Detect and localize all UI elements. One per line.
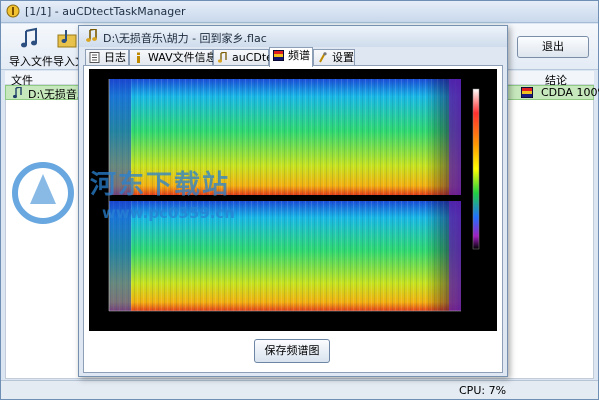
music-folder-icon [57, 30, 77, 48]
tab-wav-info[interactable]: WAV文件信息 [129, 49, 217, 66]
main-titlebar: [1/1] - auCDtectTaskManager [1, 1, 598, 23]
import-folder-button[interactable]: 导入文 [53, 26, 79, 68]
tab-aucdtect[interactable]: auCDtect [213, 49, 283, 66]
spectrum-icon [273, 50, 284, 61]
import-folder-label: 导入文 [53, 55, 79, 68]
spectrum-window-titlebar: D:\无损音乐\胡力 - 回到家乡.flac [79, 26, 507, 47]
exit-button[interactable]: 退出 [517, 36, 589, 58]
import-file-button[interactable]: 导入文件 [9, 26, 53, 68]
tab-settings-label: 设置 [332, 51, 354, 64]
aucdtect-icon [218, 52, 227, 63]
info-icon [137, 52, 140, 63]
tab-log-label: 日志 [104, 51, 126, 64]
window-title: [1/1] - auCDtectTaskManager [25, 5, 186, 18]
save-spectrum-button[interactable]: 保存频谱图 [254, 339, 330, 363]
spectrogram [89, 69, 497, 331]
cpu-usage: CPU: 7% [459, 384, 507, 397]
spectrum-tab-panel: 保存频谱图 [83, 65, 503, 373]
music-note-icon [21, 27, 37, 48]
tab-spectrum-label: 频谱 [288, 49, 310, 62]
audio-file-icon [86, 29, 97, 42]
tab-settings[interactable]: 设置 [313, 49, 355, 66]
row-conclusion: CDDA 100% [541, 86, 599, 99]
settings-icon [319, 52, 327, 63]
color-scale [473, 89, 479, 249]
spectrum-window-title: D:\无损音乐\胡力 - 回到家乡.flac [103, 32, 267, 45]
tab-log[interactable]: 日志 [85, 49, 129, 66]
status-bar: CPU: 7% [1, 380, 598, 399]
app-icon [6, 4, 20, 18]
spectrum-window: D:\无损音乐\胡力 - 回到家乡.flac 日志 WAV文件信息 auCDte… [78, 25, 508, 377]
audio-file-icon [13, 87, 22, 99]
log-icon [89, 52, 100, 63]
tab-spectrum[interactable]: 频谱 [269, 47, 313, 67]
cdda-result-icon [521, 87, 533, 98]
spectrogram-image [108, 79, 480, 312]
import-file-label: 导入文件 [9, 55, 53, 68]
tab-wav-info-label: WAV文件信息 [148, 51, 217, 64]
